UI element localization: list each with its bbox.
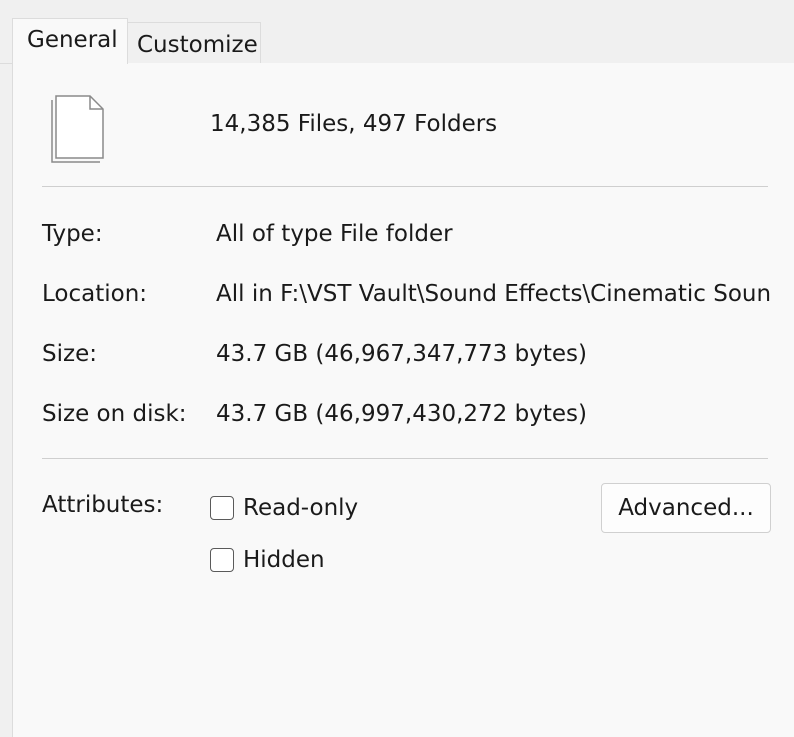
attributes-label: Attributes: (42, 492, 164, 518)
read-only-label[interactable]: Read-only (243, 495, 358, 521)
size-on-disk-value: 43.7 GB (46,997,430,272 bytes) (216, 401, 587, 427)
location-value: All in F:\VST Vault\Sound Effects\Cinema… (216, 281, 772, 307)
divider (42, 186, 768, 187)
divider (42, 458, 768, 459)
general-panel (12, 63, 794, 737)
hidden-checkbox[interactable] (210, 548, 234, 572)
type-label: Type: (42, 221, 103, 247)
advanced-button[interactable]: Advanced... (601, 483, 771, 533)
tab-strip: General Customize (0, 0, 794, 64)
tab-customize[interactable]: Customize (128, 22, 261, 63)
size-value: 43.7 GB (46,967,347,773 bytes) (216, 341, 587, 367)
document-stack-icon (51, 95, 104, 163)
location-label: Location: (42, 281, 148, 307)
read-only-option[interactable]: Read-only (210, 494, 358, 522)
type-value: All of type File folder (216, 221, 453, 247)
size-on-disk-label: Size on disk: (42, 401, 187, 427)
hidden-option[interactable]: Hidden (210, 546, 325, 574)
properties-window: General Customize 14,385 Files, 497 Fold… (0, 0, 794, 737)
tab-general[interactable]: General (12, 18, 128, 64)
read-only-checkbox[interactable] (210, 496, 234, 520)
selection-summary: 14,385 Files, 497 Folders (210, 111, 498, 137)
size-label: Size: (42, 341, 97, 367)
hidden-label[interactable]: Hidden (243, 547, 325, 573)
